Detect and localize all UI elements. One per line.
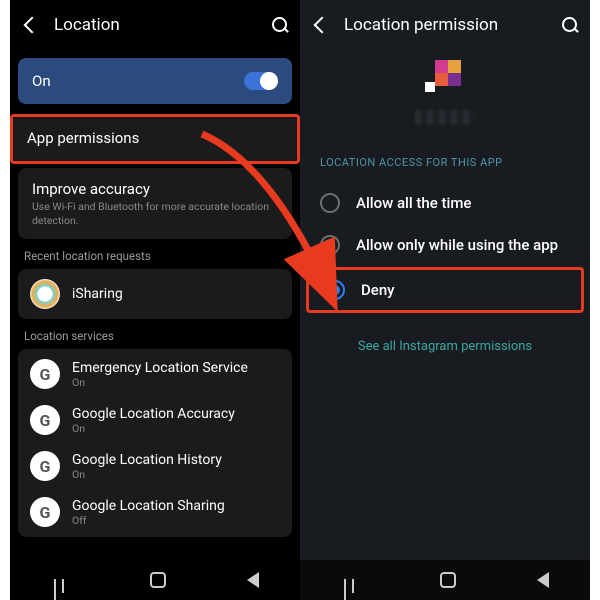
list-item-state: On [72, 376, 280, 389]
list-item-state: On [72, 422, 280, 435]
improve-accuracy-row[interactable]: Improve accuracy Use Wi-Fi and Bluetooth… [18, 168, 292, 239]
google-app-icon: G [30, 359, 60, 389]
recents-nav-icon[interactable] [341, 579, 359, 581]
radio-icon [320, 193, 340, 213]
app-permissions-label: App permissions [27, 129, 283, 147]
list-item-state: Off [72, 514, 280, 527]
toggle-switch-on-icon[interactable] [244, 72, 278, 90]
location-services-section-label: Location services [24, 329, 286, 343]
radio-option-allow-always[interactable]: Allow all the time [304, 183, 586, 223]
header-bar: Location permission [300, 0, 590, 50]
home-nav-icon[interactable] [440, 572, 456, 588]
list-item[interactable]: G Google Location Sharing Off [18, 489, 292, 535]
search-icon[interactable] [562, 17, 578, 33]
permission-section-header: LOCATION ACCESS FOR THIS APP [320, 156, 574, 169]
deny-option-highlight: Deny [306, 267, 584, 313]
list-item-title: Google Location History [72, 452, 280, 468]
radio-option-deny[interactable]: Deny [309, 270, 581, 310]
list-item[interactable]: G Emergency Location Service On [18, 351, 292, 397]
toggle-label: On [32, 72, 244, 90]
android-navbar [300, 560, 590, 600]
android-navbar [10, 560, 300, 600]
location-permission-screen: Location permission LOCATION ACCESS FOR … [300, 0, 590, 600]
google-app-icon: G [30, 497, 60, 527]
list-item-title: Google Location Sharing [72, 498, 280, 514]
header-bar: Location [10, 0, 300, 50]
recent-requests-list: iSharing [18, 269, 292, 319]
page-title: Location permission [344, 15, 562, 35]
radio-icon-checked [325, 280, 345, 300]
improve-accuracy-title: Improve accuracy [32, 180, 278, 198]
radio-label: Allow only while using the app [356, 236, 558, 254]
list-item-title: iSharing [72, 286, 280, 302]
location-services-list: G Emergency Location Service On G Google… [18, 349, 292, 537]
radio-label: Allow all the time [356, 194, 471, 212]
back-icon[interactable] [24, 17, 41, 34]
back-icon[interactable] [314, 17, 331, 34]
search-icon[interactable] [272, 17, 288, 33]
app-permissions-row[interactable]: App permissions [13, 117, 297, 161]
location-settings-screen: Location On App permissions Improve accu… [10, 0, 300, 600]
app-hero [300, 50, 590, 130]
radio-icon [320, 235, 340, 255]
radio-option-allow-while-using[interactable]: Allow only while using the app [304, 225, 586, 265]
app-icon-pixelated [425, 60, 465, 100]
list-item[interactable]: G Google Location History On [18, 443, 292, 489]
improve-accuracy-subtitle: Use Wi-Fi and Bluetooth for more accurat… [32, 200, 278, 227]
see-all-permissions-link[interactable]: See all Instagram permissions [300, 339, 590, 354]
list-item-state: On [72, 468, 280, 481]
list-item-title: Emergency Location Service [72, 360, 280, 376]
recent-requests-section-label: Recent location requests [24, 249, 286, 263]
google-app-icon: G [30, 451, 60, 481]
home-nav-icon[interactable] [150, 572, 166, 588]
list-item[interactable]: G Google Location Accuracy On [18, 397, 292, 443]
back-nav-icon[interactable] [247, 572, 259, 588]
list-item-title: Google Location Accuracy [72, 406, 280, 422]
isharing-app-icon [30, 279, 60, 309]
google-app-icon: G [30, 405, 60, 435]
list-item[interactable]: iSharing [18, 271, 292, 317]
back-nav-icon[interactable] [537, 572, 549, 588]
app-name-obscured [415, 110, 475, 124]
app-permissions-highlight: App permissions [10, 114, 300, 164]
page-title: Location [54, 15, 272, 35]
recents-nav-icon[interactable] [51, 579, 69, 581]
location-master-toggle-row[interactable]: On [18, 58, 292, 104]
radio-label: Deny [361, 281, 395, 299]
